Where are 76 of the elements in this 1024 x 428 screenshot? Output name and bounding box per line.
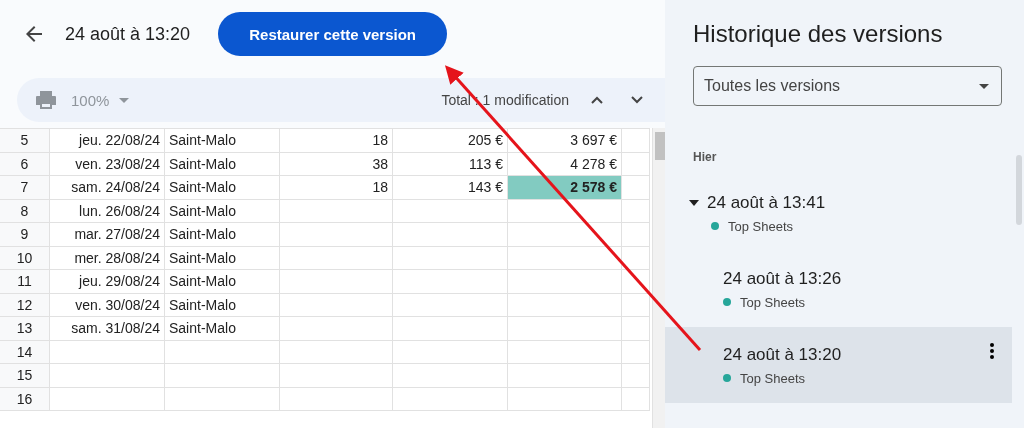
row-number: 9 <box>0 223 50 247</box>
version-filter-dropdown[interactable]: Toutes les versions <box>693 66 1002 106</box>
row-number: 5 <box>0 129 50 153</box>
row-number: 15 <box>0 364 50 388</box>
version-time: 24 août à 13:20 <box>723 344 842 365</box>
row-number: 6 <box>0 152 50 176</box>
chevron-down-icon <box>631 96 643 104</box>
table-cell <box>622 223 650 247</box>
caret-down-icon <box>689 199 699 206</box>
table-cell <box>622 270 650 294</box>
table-cell: 18 <box>280 176 393 200</box>
previous-change-button[interactable] <box>591 96 603 104</box>
row-number: 13 <box>0 317 50 341</box>
row-number: 10 <box>0 246 50 270</box>
table-cell <box>622 176 650 200</box>
scrollbar-thumb[interactable] <box>1016 155 1022 225</box>
version-time: 24 août à 13:41 <box>707 192 826 213</box>
table-cell: Saint-Malo <box>165 223 280 247</box>
table-cell <box>622 340 650 364</box>
table-cell: Saint-Malo <box>165 270 280 294</box>
table-cell: Saint-Malo <box>165 293 280 317</box>
table-cell: jeu. 29/08/24 <box>50 270 165 294</box>
table-cell: sam. 31/08/24 <box>50 317 165 341</box>
table-cell: jeu. 22/08/24 <box>50 129 165 153</box>
table-cell: lun. 26/08/24 <box>50 199 165 223</box>
table-cell: Saint-Malo <box>165 199 280 223</box>
table-cell <box>622 317 650 341</box>
table-cell: mar. 27/08/24 <box>50 223 165 247</box>
row-number: 8 <box>0 199 50 223</box>
more-vert-icon <box>990 343 994 359</box>
table-cell: Saint-Malo <box>165 152 280 176</box>
table-cell: 18 <box>280 129 393 153</box>
expand-toggle[interactable] <box>689 199 699 206</box>
table-cell: 205 € <box>393 129 508 153</box>
chevron-up-icon <box>591 96 603 104</box>
version-item[interactable]: 24 août à 13:41 Top Sheets <box>665 175 1012 251</box>
table-cell <box>622 152 650 176</box>
table-cell: 2 578 € <box>508 176 622 200</box>
table-cell: ven. 23/08/24 <box>50 152 165 176</box>
version-title: 24 août à 13:20 <box>65 23 191 45</box>
row-number: 12 <box>0 293 50 317</box>
table-cell: ven. 30/08/24 <box>50 293 165 317</box>
scrollbar-thumb[interactable] <box>655 132 665 160</box>
caret-icon <box>979 83 989 89</box>
author-name: Top Sheets <box>740 294 806 310</box>
table-cell: Saint-Malo <box>165 176 280 200</box>
author-name: Top Sheets <box>740 370 806 386</box>
version-item[interactable]: 24 août à 13:20 Top Sheets <box>665 327 1012 403</box>
table-cell <box>622 387 650 411</box>
table-cell <box>622 364 650 388</box>
table-cell: 38 <box>280 152 393 176</box>
table-cell <box>622 199 650 223</box>
restore-version-button[interactable]: Restaurer cette version <box>218 12 448 56</box>
version-time: 24 août à 13:26 <box>723 268 842 289</box>
section-heading: Hier <box>693 150 718 164</box>
table-cell: sam. 24/08/24 <box>50 176 165 200</box>
table-cell: 113 € <box>393 152 508 176</box>
table-cell <box>622 293 650 317</box>
table-cell: Saint-Malo <box>165 129 280 153</box>
table-cell: 3 697 € <box>508 129 622 153</box>
row-number: 11 <box>0 270 50 294</box>
author-name: Top Sheets <box>728 218 794 234</box>
more-options-button[interactable] <box>990 343 994 362</box>
next-change-button[interactable] <box>631 96 643 104</box>
row-number: 16 <box>0 387 50 411</box>
table-cell: Saint-Malo <box>165 246 280 270</box>
panel-title: Historique des versions <box>692 19 944 48</box>
print-icon <box>35 90 57 110</box>
table-cell <box>622 246 650 270</box>
version-item[interactable]: 24 août à 13:26 Top Sheets <box>665 251 1012 327</box>
table-cell: Saint-Malo <box>165 317 280 341</box>
row-number: 14 <box>0 340 50 364</box>
table-cell: mer. 28/08/24 <box>50 246 165 270</box>
changes-count: Total : 1 modification <box>441 92 569 108</box>
caret-icon <box>119 97 130 103</box>
row-number: 7 <box>0 176 50 200</box>
